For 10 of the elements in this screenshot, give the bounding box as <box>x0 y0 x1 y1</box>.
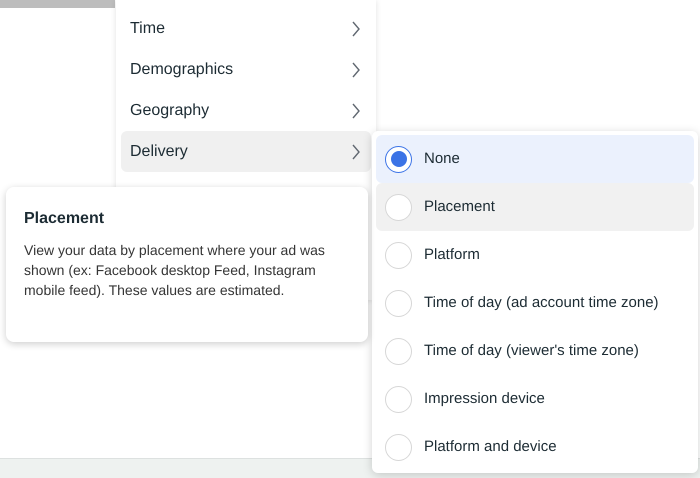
tooltip-title: Placement <box>24 209 106 229</box>
chevron-right-icon <box>351 144 361 160</box>
chevron-right-icon <box>351 62 361 78</box>
chevron-right-icon <box>351 102 361 118</box>
radio-option[interactable]: None <box>376 135 694 183</box>
tooltip-text: View your data by placement where your ad was shown (ex: Facebook desktop Feed, Instagram mobile feed). These values are estimated. <box>24 241 326 300</box>
radio-button[interactable] <box>385 146 412 172</box>
menu-item[interactable]: Delivery <box>121 131 371 172</box>
radio-option[interactable]: Placement <box>376 183 694 231</box>
chevron-right-icon <box>351 20 361 36</box>
